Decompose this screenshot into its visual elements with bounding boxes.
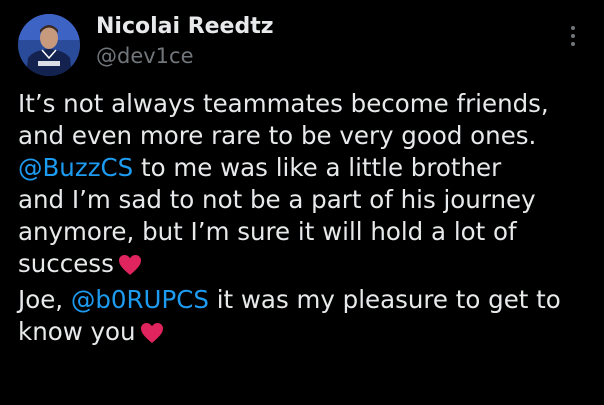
- more-vertical-icon-dot: [571, 42, 575, 46]
- tweet-line: know you: [18, 316, 598, 352]
- author-handle[interactable]: @dev1ce: [96, 44, 194, 68]
- tweet-line: and I’m sad to not be a part of his jour…: [18, 184, 598, 216]
- more-vertical-icon-dot: [571, 26, 575, 30]
- author-display-name[interactable]: Nicolai Reedtz: [96, 14, 274, 39]
- tweet-text-segment: anymore, but I’m sure it will hold a lot…: [18, 217, 517, 246]
- tweet-line: success: [18, 248, 598, 284]
- tweet-card: Nicolai Reedtz @dev1ce It’s not always t…: [0, 0, 604, 405]
- tweet-text-segment: and I’m sad to not be a part of his jour…: [18, 185, 536, 214]
- tweet-text-segment: and even more rare to be very good ones.: [18, 121, 537, 150]
- mention-link-buzzcs[interactable]: @BuzzCS: [18, 153, 133, 182]
- tweet-text-segment: success: [18, 249, 114, 278]
- tweet-line: @BuzzCS to me was like a little brother: [18, 152, 598, 184]
- tweet-text-segment: It’s not always teammates become friends…: [18, 89, 549, 118]
- tweet-line: anymore, but I’m sure it will hold a lot…: [18, 216, 598, 248]
- mention-link-b0rupcs[interactable]: @b0RUPCS: [71, 285, 209, 314]
- tweet-text-segment: to me was like a little brother: [133, 153, 502, 182]
- heart-icon: [140, 320, 164, 352]
- more-vertical-icon-dot: [571, 34, 575, 38]
- tweet-line: Joe, @b0RUPCS it was my pleasure to get …: [18, 284, 598, 316]
- avatar[interactable]: [18, 14, 80, 76]
- tweet-text-segment: know you: [18, 317, 136, 346]
- heart-icon: [118, 252, 142, 284]
- tweet-line: It’s not always teammates become friends…: [18, 88, 598, 120]
- more-options-button[interactable]: [556, 18, 590, 54]
- tweet-text-segment: it was my pleasure to get to: [208, 285, 561, 314]
- avatar-image: [18, 14, 80, 76]
- tweet-text: It’s not always teammates become friends…: [18, 88, 598, 352]
- tweet-text-segment: Joe,: [18, 285, 71, 314]
- tweet-line: and even more rare to be very good ones.: [18, 120, 598, 152]
